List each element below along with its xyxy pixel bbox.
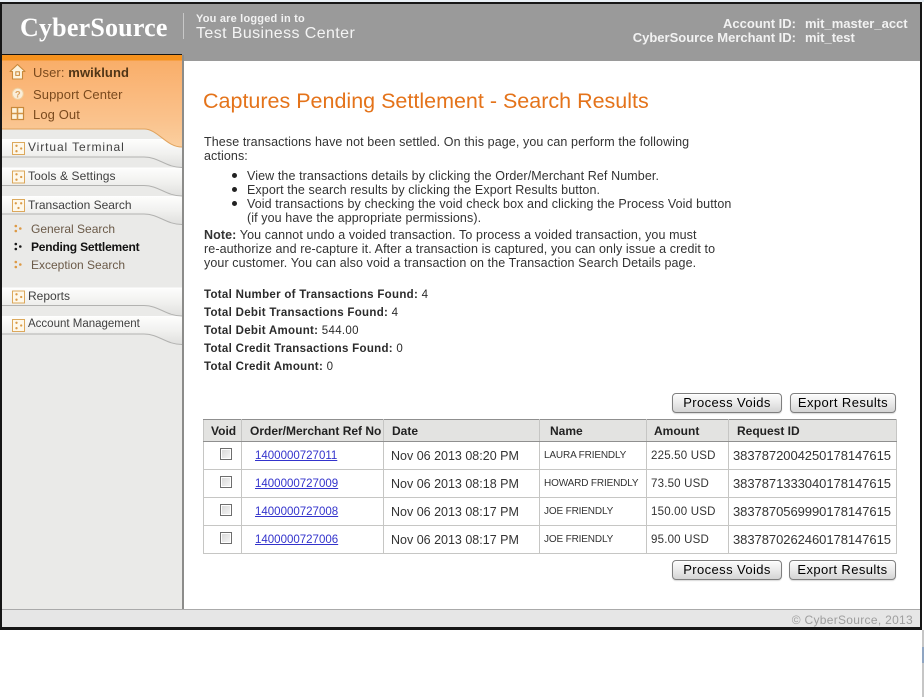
svg-text:?: ? [15, 89, 21, 100]
